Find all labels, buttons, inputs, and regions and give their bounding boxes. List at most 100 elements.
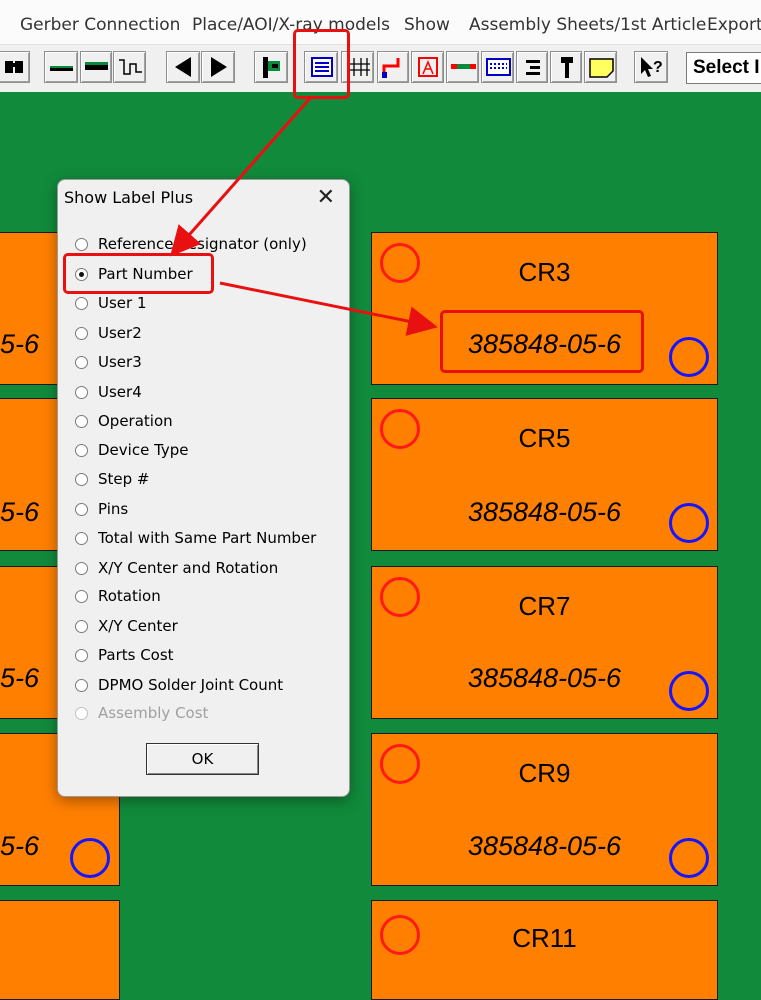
ok-button[interactable]: OK xyxy=(146,743,259,775)
option-reference-designator[interactable]: Reference designator (only) xyxy=(75,233,307,255)
note-button[interactable] xyxy=(584,51,617,83)
menu-assembly-sheets[interactable]: Assembly Sheets/1st Article xyxy=(469,15,706,35)
option-label: User2 xyxy=(98,324,142,342)
binoculars-icon xyxy=(5,61,23,73)
blue-marker-circle xyxy=(70,838,110,878)
radio-button[interactable] xyxy=(75,443,88,457)
list-button[interactable] xyxy=(481,51,514,83)
pad-part-number: 385848-05-6 xyxy=(467,831,622,861)
pad-raised-button[interactable] xyxy=(80,51,112,83)
pad-raised-icon xyxy=(85,62,108,70)
close-icon[interactable]: ✕ xyxy=(317,185,335,210)
pad-cr5[interactable]: CR5 385848-05-6 xyxy=(371,398,718,551)
help-question-mark: ? xyxy=(653,59,663,76)
option-label: Pins xyxy=(98,500,129,518)
radio-button[interactable] xyxy=(75,326,88,340)
left-pad-part-fragment: 5-6 xyxy=(0,831,40,861)
pad-cr9[interactable]: CR9 385848-05-6 xyxy=(371,733,718,886)
radio-button-disabled xyxy=(75,706,88,720)
menu-place-aoi-xray[interactable]: Place/AOI/X-ray models xyxy=(192,15,390,35)
radio-button[interactable] xyxy=(75,355,88,369)
toolbar-button-highlight xyxy=(293,29,350,99)
radio-button[interactable] xyxy=(75,472,88,486)
corner-button[interactable] xyxy=(377,51,409,83)
align-button[interactable] xyxy=(516,51,548,83)
left-pad[interactable] xyxy=(0,900,120,1000)
option-label: Step # xyxy=(98,470,150,488)
option-label: X/Y Center xyxy=(98,617,178,635)
menu-show[interactable]: Show xyxy=(404,15,450,35)
option-user4[interactable]: User4 xyxy=(75,381,142,403)
option-device-type[interactable]: Device Type xyxy=(75,439,189,461)
pin-button[interactable] xyxy=(550,51,582,83)
radio-button[interactable] xyxy=(75,678,88,692)
dialog-title: Show Label Plus xyxy=(64,188,194,207)
option-label: Device Type xyxy=(98,441,189,459)
pad-flat-button[interactable] xyxy=(44,51,78,83)
option-label: User4 xyxy=(98,383,142,401)
radio-button[interactable] xyxy=(75,531,88,545)
flag-icon xyxy=(263,57,280,78)
radio-button[interactable] xyxy=(75,619,88,633)
option-label: Parts Cost xyxy=(98,646,174,664)
pad-ref-label: CR11 xyxy=(512,923,577,953)
option-label: Assembly Cost xyxy=(98,704,209,722)
blue-marker-circle xyxy=(669,503,709,543)
pin-icon xyxy=(561,57,573,78)
pad-part-number: 385848-05-6 xyxy=(467,497,622,527)
option-xy-center[interactable]: X/Y Center xyxy=(75,615,178,637)
option-step[interactable]: Step # xyxy=(75,468,150,490)
option-user1[interactable]: User 1 xyxy=(75,292,147,314)
part-value-highlight xyxy=(440,310,644,373)
trace-icon xyxy=(119,59,142,75)
corner-icon xyxy=(382,58,400,78)
pad-flat-icon xyxy=(50,66,73,71)
option-label: Rotation xyxy=(98,587,161,605)
option-rotation[interactable]: Rotation xyxy=(75,585,161,607)
radio-button[interactable] xyxy=(75,502,88,516)
option-user3[interactable]: User3 xyxy=(75,351,142,373)
select-dropdown[interactable]: Select I xyxy=(686,52,761,84)
option-label: Total with Same Part Number xyxy=(98,529,317,547)
option-label: X/Y Center and Rotation xyxy=(98,559,279,577)
pad-ref-label: CR9 xyxy=(518,758,571,788)
radio-button[interactable] xyxy=(75,648,88,662)
radio-button[interactable] xyxy=(75,385,88,399)
trace-button[interactable] xyxy=(113,51,146,83)
option-xy-center-rotation[interactable]: X/Y Center and Rotation xyxy=(75,557,278,579)
segment-button[interactable] xyxy=(446,51,479,83)
menu-gerber-connection[interactable]: Gerber Connection xyxy=(20,15,180,35)
outline-button[interactable] xyxy=(411,51,444,83)
menu-export[interactable]: Export xyxy=(707,15,761,35)
option-total-same-part[interactable]: Total with Same Part Number xyxy=(75,527,316,549)
option-operation[interactable]: Operation xyxy=(75,410,173,432)
align-icon xyxy=(526,60,540,75)
option-user2[interactable]: User2 xyxy=(75,322,142,344)
option-label: Reference designator (only) xyxy=(98,235,307,253)
radio-button[interactable] xyxy=(75,296,88,310)
option-label: Operation xyxy=(98,412,173,430)
help-cursor-icon: ? xyxy=(641,57,663,77)
radio-button[interactable] xyxy=(75,237,88,251)
left-pad-part-fragment: 5-6 xyxy=(0,497,40,527)
pad-cr7[interactable]: CR7 385848-05-6 xyxy=(371,566,718,719)
blue-marker-circle xyxy=(669,671,709,711)
binoculars-button[interactable] xyxy=(0,51,30,83)
next-button[interactable] xyxy=(201,51,235,83)
pad-ref-label: CR7 xyxy=(518,591,571,621)
radio-button[interactable] xyxy=(75,589,88,603)
menu-bar: Gerber Connection Place/AOI/X-ray models… xyxy=(0,0,761,44)
previous-button[interactable] xyxy=(166,51,200,83)
list-icon xyxy=(486,58,511,76)
pad-cr11[interactable]: CR11 xyxy=(371,900,718,1000)
outline-icon xyxy=(418,57,438,77)
help-cursor-button[interactable]: ? xyxy=(634,51,668,83)
radio-button[interactable] xyxy=(75,561,88,575)
blue-marker-circle xyxy=(669,337,709,377)
option-dpmo-solder-joint[interactable]: DPMO Solder Joint Count xyxy=(75,674,283,696)
radio-button[interactable] xyxy=(75,414,88,428)
flag-button[interactable] xyxy=(254,51,288,83)
option-label: User 1 xyxy=(98,294,147,312)
option-parts-cost[interactable]: Parts Cost xyxy=(75,644,174,666)
option-pins[interactable]: Pins xyxy=(75,498,128,520)
